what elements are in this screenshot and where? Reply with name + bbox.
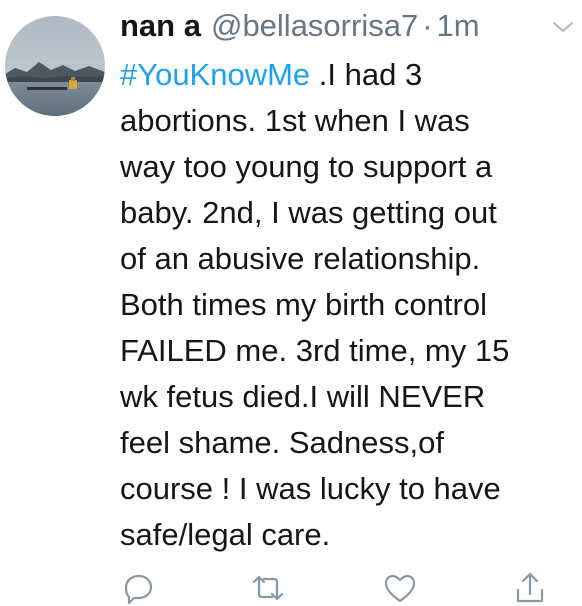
tweet-text-line: #YouKnowMe .I had 3 [120, 52, 575, 98]
timestamp[interactable]: 1m [437, 8, 480, 44]
tweet-text-line: abortions. 1st when I was [120, 103, 470, 138]
tweet[interactable]: nan a @bellasorrisa7 · 1m #YouKnowMe .I … [0, 0, 582, 605]
tweet-text: #YouKnowMe .I had 3 abortions. 1st when … [120, 52, 575, 558]
retweet-icon[interactable] [250, 570, 286, 606]
hashtag-link[interactable]: #YouKnowMe [120, 57, 310, 92]
tweet-actions [120, 570, 560, 605]
user-handle[interactable]: @bellasorrisa7 [211, 8, 418, 44]
tweet-text-line: safe/legal care. [120, 517, 331, 552]
tweet-text-line: course ! I was lucky to have [120, 471, 501, 506]
tweet-text-line: of an abusive relationship. [120, 241, 481, 276]
tweet-header: nan a @bellasorrisa7 · 1m [120, 6, 480, 46]
reply-icon[interactable] [120, 570, 156, 606]
tweet-text-line: baby. 2nd, I was getting out [120, 195, 497, 230]
tweet-text-segment: .I had 3 [310, 57, 423, 92]
chevron-down-icon[interactable] [552, 20, 574, 34]
header-separator: · [422, 8, 433, 43]
like-icon[interactable] [382, 570, 418, 606]
tweet-text-line: Both times my birth control [120, 287, 487, 322]
avatar-landscape-image [5, 16, 105, 116]
avatar[interactable] [5, 16, 105, 116]
share-icon[interactable] [512, 570, 548, 606]
tweet-text-line: way too young to support a [120, 149, 493, 184]
tweet-text-line: feel shame. Sadness,of [120, 425, 444, 460]
display-name[interactable]: nan a [120, 8, 201, 44]
tweet-text-line: FAILED me. 3rd time, my 15 [120, 333, 510, 368]
tweet-text-line: wk fetus died.I will NEVER [120, 379, 486, 414]
